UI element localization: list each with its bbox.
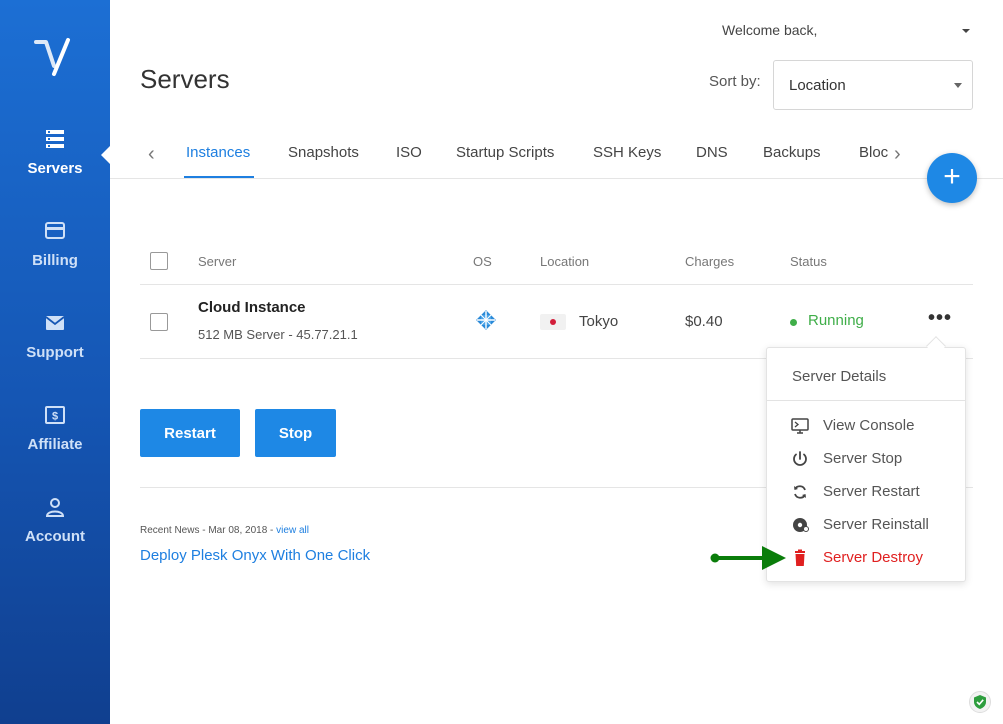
active-tab-underline bbox=[184, 176, 254, 178]
tab-startup-scripts[interactable]: Startup Scripts bbox=[456, 144, 554, 161]
status-dot-icon bbox=[790, 319, 797, 326]
row-checkbox[interactable] bbox=[150, 313, 168, 331]
select-all-checkbox[interactable] bbox=[150, 252, 168, 270]
add-server-button[interactable]: + bbox=[927, 153, 977, 203]
sidebar-item-label: Billing bbox=[32, 252, 78, 269]
user-icon bbox=[45, 498, 65, 517]
menu-divider bbox=[767, 400, 965, 401]
location-text: Tokyo bbox=[579, 313, 619, 330]
server-stack-icon bbox=[46, 130, 64, 148]
column-header-charges: Charges bbox=[685, 254, 735, 269]
more-options-icon[interactable]: ••• bbox=[928, 307, 952, 330]
disc-icon bbox=[793, 518, 809, 532]
shield-check-icon[interactable] bbox=[969, 691, 991, 713]
dollar-bill-icon: $ bbox=[45, 406, 65, 424]
sidebar-item-label: Account bbox=[25, 528, 85, 545]
welcome-menu[interactable]: Welcome back, bbox=[722, 22, 817, 38]
trash-icon bbox=[795, 549, 805, 566]
tab-dns[interactable]: DNS bbox=[696, 144, 728, 161]
refresh-icon bbox=[794, 485, 806, 499]
envelope-icon bbox=[45, 316, 65, 330]
table-header: Server OS Location Charges Status bbox=[140, 240, 973, 285]
column-header-location: Location bbox=[540, 254, 590, 269]
sort-label: Sort by: bbox=[709, 73, 761, 90]
active-indicator bbox=[101, 146, 110, 164]
page-title: Servers bbox=[140, 64, 230, 94]
sidebar-item-affiliate[interactable]: $ Affiliate bbox=[0, 404, 110, 453]
sort-select[interactable]: Location bbox=[773, 60, 973, 110]
tab-bar: ‹ Instances Snapshots ISO Startup Script… bbox=[110, 130, 1003, 179]
chevron-left-icon[interactable]: ‹ bbox=[148, 143, 155, 166]
centos-icon bbox=[476, 310, 496, 330]
sort-selected-value: Location bbox=[789, 77, 846, 94]
power-icon bbox=[793, 451, 807, 466]
tab-instances[interactable]: Instances bbox=[186, 144, 250, 161]
column-header-status: Status bbox=[790, 254, 827, 269]
sidebar-item-support[interactable]: Support bbox=[0, 312, 110, 361]
restart-button[interactable]: Restart bbox=[140, 409, 240, 457]
menu-item-server-restart[interactable]: Server Restart bbox=[767, 475, 965, 508]
news-meta: Recent News - Mar 08, 2018 - view all bbox=[140, 525, 309, 536]
menu-item-label: Server Reinstall bbox=[823, 516, 929, 533]
charges-text: $0.40 bbox=[685, 313, 723, 330]
tab-ssh-keys[interactable]: SSH Keys bbox=[593, 144, 661, 161]
sidebar-item-label: Servers bbox=[27, 160, 83, 177]
menu-item-server-reinstall[interactable]: Server Reinstall bbox=[767, 508, 965, 541]
console-icon bbox=[791, 418, 809, 434]
svg-text:$: $ bbox=[52, 411, 58, 423]
tab-snapshots[interactable]: Snapshots bbox=[288, 144, 359, 161]
column-header-os: OS bbox=[473, 254, 492, 269]
tab-backups[interactable]: Backups bbox=[763, 144, 821, 161]
server-name-link[interactable]: Cloud Instance bbox=[198, 299, 306, 316]
tab-block-storage[interactable]: Bloc bbox=[859, 144, 888, 161]
news-date-text: Recent News - Mar 08, 2018 - bbox=[140, 525, 277, 536]
menu-item-label: Server Stop bbox=[823, 450, 903, 467]
sidebar-item-account[interactable]: Account bbox=[0, 496, 110, 545]
view-all-link[interactable]: view all bbox=[276, 525, 309, 536]
caret-down-icon[interactable] bbox=[962, 29, 970, 33]
column-header-server: Server bbox=[198, 254, 237, 269]
japan-flag-icon bbox=[540, 314, 566, 330]
chevron-right-icon[interactable]: › bbox=[894, 143, 901, 166]
menu-item-server-destroy[interactable]: Server Destroy bbox=[767, 541, 965, 574]
tab-iso[interactable]: ISO bbox=[396, 144, 422, 161]
sidebar-item-billing[interactable]: Billing bbox=[0, 220, 110, 269]
sidebar-item-servers[interactable]: Servers bbox=[0, 128, 110, 177]
sidebar: Servers Billing Support $ Affiliate Acco… bbox=[0, 0, 110, 724]
news-title-link[interactable]: Deploy Plesk Onyx With One Click bbox=[140, 547, 370, 564]
server-details-text: 512 MB Server - 45.77.21.1 bbox=[198, 327, 358, 342]
menu-item-server-stop[interactable]: Server Stop bbox=[767, 442, 965, 475]
caret-down-icon bbox=[954, 83, 962, 88]
annotation-arrow-icon bbox=[710, 546, 786, 570]
vultr-logo[interactable] bbox=[34, 36, 76, 78]
stop-button[interactable]: Stop bbox=[255, 409, 336, 457]
menu-item-label: Server Restart bbox=[823, 483, 920, 500]
menu-item-server-details[interactable]: Server Details bbox=[792, 368, 886, 385]
sidebar-item-label: Support bbox=[26, 344, 84, 361]
status-badge: Running bbox=[808, 312, 864, 329]
sidebar-item-label: Affiliate bbox=[27, 436, 83, 453]
server-actions-menu: Server Details View Console Server Stop … bbox=[766, 347, 966, 582]
credit-card-icon bbox=[45, 222, 65, 239]
menu-item-view-console[interactable]: View Console bbox=[767, 409, 965, 442]
menu-item-label: Server Destroy bbox=[823, 549, 924, 566]
menu-item-label: View Console bbox=[823, 417, 915, 434]
